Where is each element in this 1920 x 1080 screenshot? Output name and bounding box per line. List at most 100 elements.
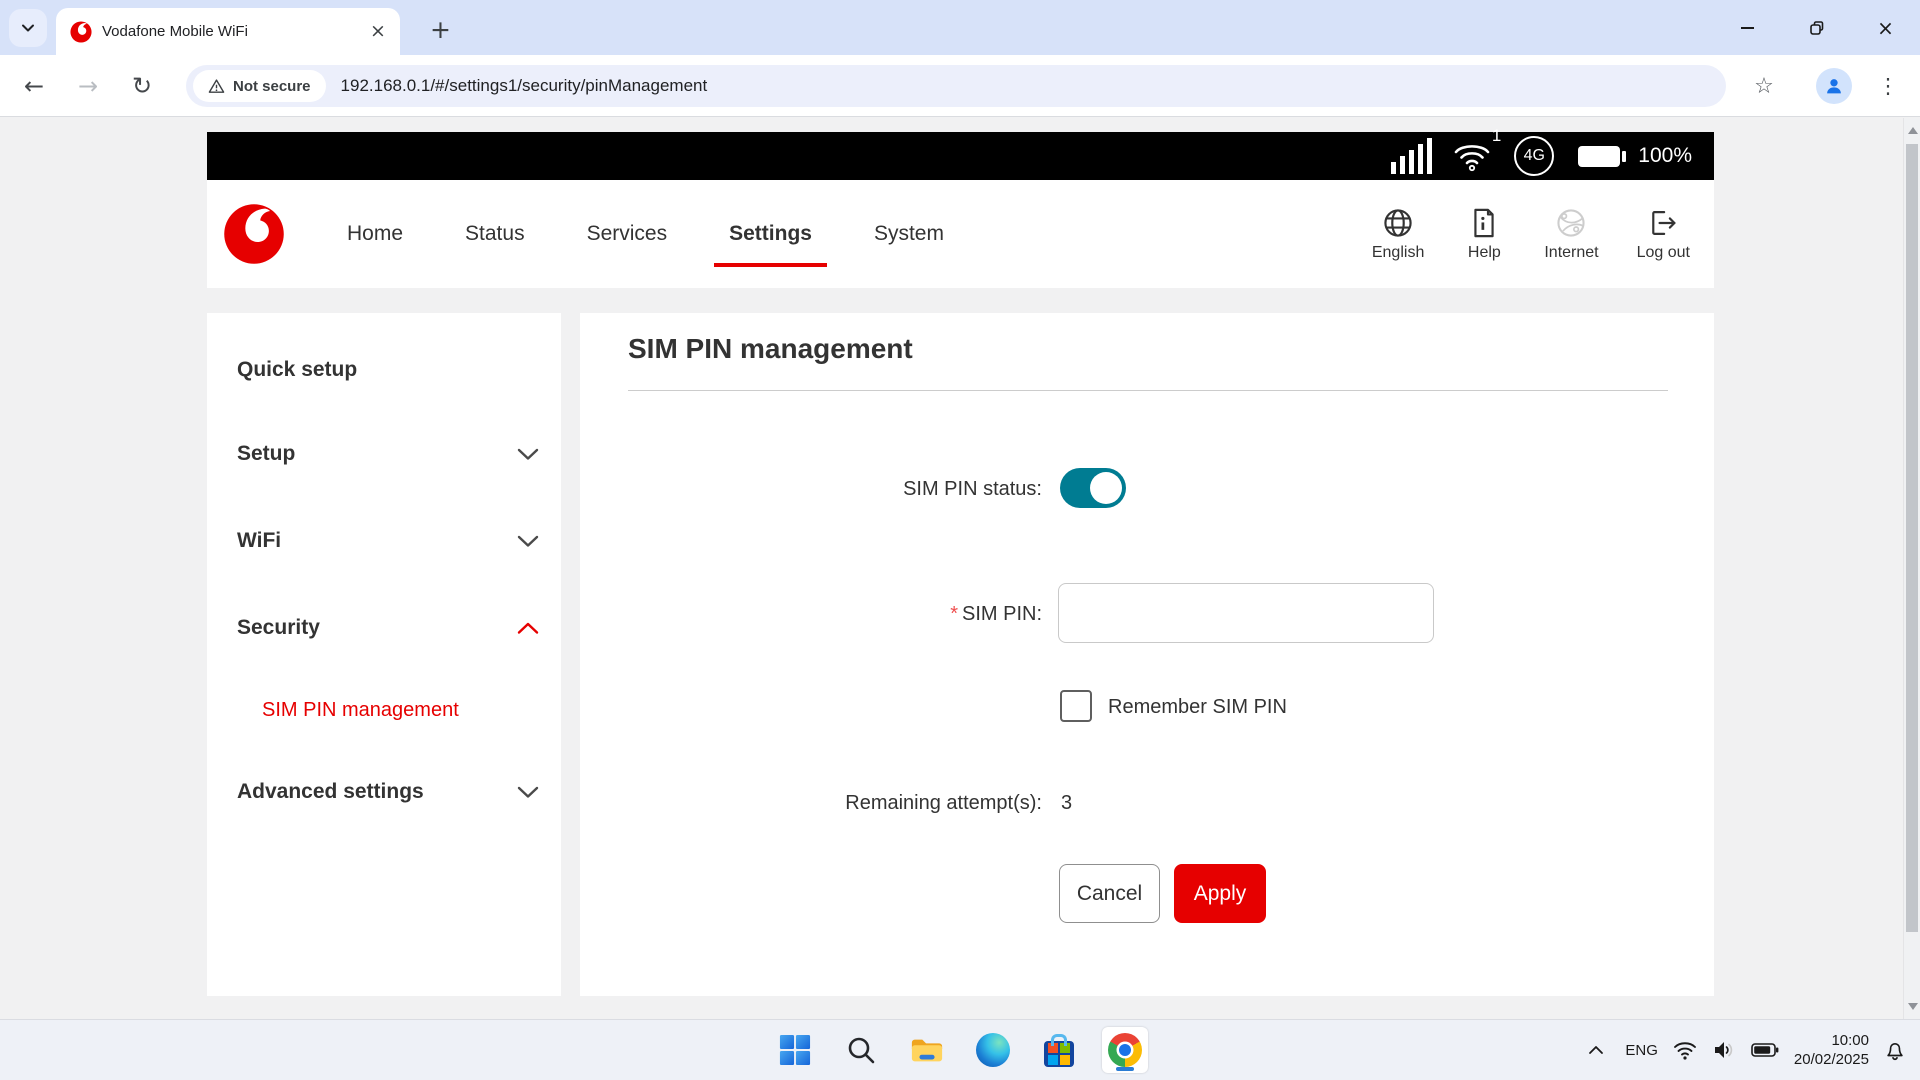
remember-sim-pin-checkbox[interactable] bbox=[1060, 690, 1092, 722]
logout-button[interactable]: Log out bbox=[1631, 206, 1696, 263]
chevron-down-icon bbox=[517, 448, 539, 460]
browser-window: Vodafone Mobile WiFi × + × ← → ↻ Not sec… bbox=[0, 0, 1920, 117]
sidebar-item-sim-pin-management[interactable]: SIM PIN management bbox=[262, 693, 539, 727]
sim-pin-status-toggle[interactable] bbox=[1060, 468, 1126, 508]
chrome-button[interactable] bbox=[1102, 1027, 1148, 1073]
chevron-down-icon bbox=[517, 786, 539, 798]
sim-pin-status-label: SIM PIN status: bbox=[903, 478, 1042, 500]
settings-sidebar: Quick setup Setup WiFi Security SIM PIN … bbox=[207, 313, 561, 996]
edge-icon bbox=[976, 1033, 1010, 1067]
edge-button[interactable] bbox=[970, 1027, 1016, 1073]
remaining-attempts-value: 3 bbox=[1061, 792, 1073, 814]
toggle-knob bbox=[1090, 472, 1122, 504]
profile-avatar[interactable] bbox=[1816, 68, 1852, 104]
scrollbar-down-arrow[interactable] bbox=[1908, 1003, 1918, 1010]
tray-volume-icon[interactable] bbox=[1712, 1040, 1736, 1060]
sidebar-item-label: WiFi bbox=[237, 529, 282, 552]
remember-sim-pin-label: Remember SIM PIN bbox=[1108, 696, 1287, 718]
tray-overflow-button[interactable] bbox=[1582, 1043, 1610, 1057]
window-close-button[interactable]: × bbox=[1851, 0, 1920, 55]
internet-button[interactable]: Internet bbox=[1538, 206, 1604, 263]
security-chip[interactable]: Not secure bbox=[193, 70, 326, 102]
tray-wifi-icon[interactable] bbox=[1673, 1041, 1697, 1060]
internet-label: Internet bbox=[1544, 243, 1599, 261]
sim-pin-label-text: SIM PIN: bbox=[961, 603, 1042, 625]
chevron-up-icon bbox=[1589, 1046, 1604, 1054]
new-tab-button[interactable]: + bbox=[424, 14, 454, 44]
folder-icon bbox=[911, 1039, 943, 1062]
wifi-icon bbox=[1454, 145, 1490, 172]
window-minimize-button[interactable] bbox=[1713, 0, 1782, 55]
windows-start-icon bbox=[779, 1034, 811, 1066]
taskbar-tray: ENG 10:00 20/02/2025 bbox=[1582, 1020, 1906, 1080]
file-explorer-button[interactable] bbox=[904, 1027, 950, 1073]
sidebar-item-advanced-settings[interactable]: Advanced settings bbox=[237, 775, 539, 809]
bookmark-star-button[interactable]: ☆ bbox=[1744, 66, 1784, 106]
back-button[interactable]: ← bbox=[14, 66, 54, 106]
battery-percent: 100% bbox=[1638, 144, 1692, 167]
nav-home[interactable]: Home bbox=[347, 222, 403, 246]
language-label: English bbox=[1371, 243, 1425, 261]
wifi-clients-indicator: 1 bbox=[1452, 126, 1501, 172]
sidebar-item-security[interactable]: Security bbox=[237, 611, 539, 645]
sidebar-item-wifi[interactable]: WiFi bbox=[237, 524, 539, 558]
windows-taskbar: ENG 10:00 20/02/2025 bbox=[0, 1019, 1920, 1080]
address-bar[interactable]: Not secure 192.168.0.1/#/settings1/secur… bbox=[186, 65, 1726, 107]
apply-button[interactable]: Apply bbox=[1174, 864, 1266, 923]
browser-menu-button[interactable]: ⋮ bbox=[1868, 66, 1908, 106]
forward-button[interactable]: → bbox=[68, 66, 108, 106]
warning-icon bbox=[208, 78, 225, 93]
nav-settings[interactable]: Settings bbox=[714, 222, 827, 267]
logout-label: Log out bbox=[1636, 243, 1690, 261]
vodafone-favicon bbox=[70, 20, 92, 43]
required-asterisk: * bbox=[950, 603, 958, 625]
start-button[interactable] bbox=[772, 1027, 818, 1073]
tab-title: Vodafone Mobile WiFi bbox=[102, 23, 248, 40]
main-panel: SIM PIN management SIM PIN status: * SIM … bbox=[580, 313, 1714, 996]
sim-pin-input[interactable] bbox=[1058, 583, 1434, 643]
sidebar-item-quick-setup[interactable]: Quick setup bbox=[237, 353, 539, 387]
nav-status[interactable]: Status bbox=[465, 222, 525, 246]
url-text: 192.168.0.1/#/settings1/security/pinMana… bbox=[340, 76, 708, 95]
network-type-badge: 4G bbox=[1514, 136, 1555, 176]
language-button[interactable]: English bbox=[1366, 206, 1430, 263]
language-indicator[interactable]: ENG bbox=[1625, 1042, 1658, 1059]
minimize-icon bbox=[1741, 26, 1754, 29]
browser-tab[interactable]: Vodafone Mobile WiFi × bbox=[56, 8, 400, 55]
page-scrollbar[interactable] bbox=[1903, 118, 1920, 1019]
tab-close-button[interactable]: × bbox=[366, 20, 390, 44]
window-controls: × bbox=[1713, 0, 1920, 55]
taskbar-search-button[interactable] bbox=[838, 1027, 884, 1073]
scrollbar-thumb[interactable] bbox=[1906, 144, 1918, 932]
page-viewport: 1 4G 100% Home Status Services Settings … bbox=[0, 118, 1920, 1019]
sidebar-item-label: Advanced settings bbox=[237, 780, 424, 803]
taskbar-clock[interactable]: 10:00 20/02/2025 bbox=[1794, 1031, 1869, 1069]
scrollbar-up-arrow[interactable] bbox=[1908, 127, 1918, 134]
cancel-button[interactable]: Cancel bbox=[1059, 864, 1160, 923]
chevron-up-icon bbox=[517, 622, 539, 634]
page-title: SIM PIN management bbox=[628, 333, 913, 364]
reload-button[interactable]: ↻ bbox=[122, 66, 162, 106]
tab-search-button[interactable] bbox=[9, 9, 47, 47]
sim-pin-label: * SIM PIN: bbox=[580, 603, 1042, 626]
wifi-client-count: 1 bbox=[1491, 126, 1502, 145]
nav-system[interactable]: System bbox=[874, 222, 944, 246]
microsoft-store-icon bbox=[1042, 1033, 1076, 1067]
tray-battery-icon[interactable] bbox=[1751, 1042, 1779, 1058]
header-actions: English Help Internet Log out bbox=[1366, 206, 1696, 263]
taskbar-time: 10:00 bbox=[1831, 1032, 1869, 1049]
signal-strength-icon bbox=[1391, 138, 1433, 174]
nav-services[interactable]: Services bbox=[587, 222, 668, 246]
notifications-bell-icon[interactable] bbox=[1884, 1038, 1906, 1062]
sidebar-item-setup[interactable]: Setup bbox=[237, 437, 539, 471]
chevron-down-icon bbox=[517, 535, 539, 547]
restore-icon bbox=[1809, 20, 1823, 35]
sidebar-item-label: Security bbox=[237, 616, 320, 639]
help-button[interactable]: Help bbox=[1456, 206, 1512, 263]
tab-strip: Vodafone Mobile WiFi × + × bbox=[0, 0, 1920, 55]
window-restore-button[interactable] bbox=[1782, 0, 1851, 55]
main-nav: Home Status Services Settings System bbox=[347, 222, 944, 267]
vodafone-logo bbox=[224, 204, 284, 264]
microsoft-store-button[interactable] bbox=[1036, 1027, 1082, 1073]
sidebar-item-label: SIM PIN management bbox=[262, 698, 459, 721]
